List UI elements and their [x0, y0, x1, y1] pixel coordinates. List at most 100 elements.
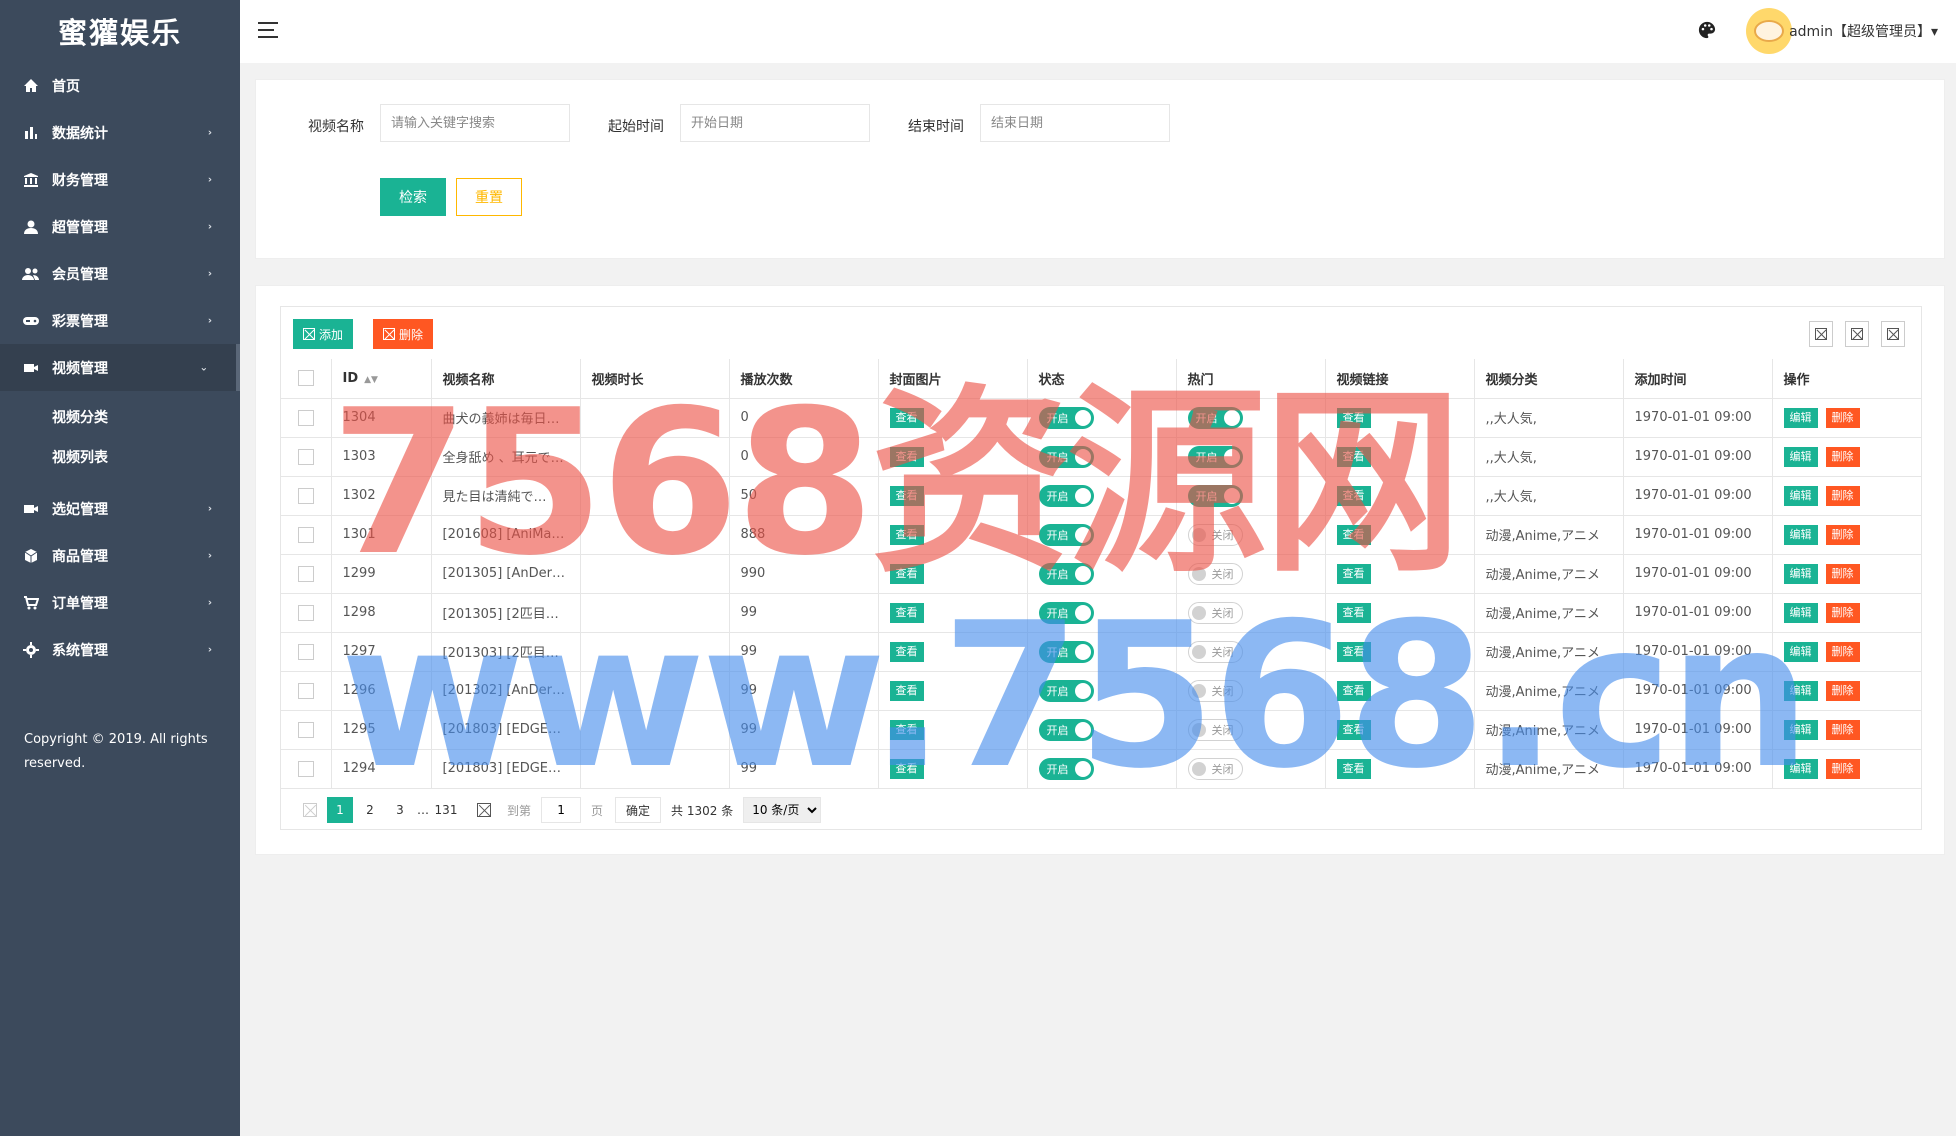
page-button[interactable]: 131: [433, 797, 459, 823]
hot-toggle[interactable]: 关闭: [1187, 562, 1243, 585]
sidebar-item[interactable]: 选妃管理 ›: [0, 485, 240, 532]
delete-button[interactable]: 删除: [1825, 719, 1860, 740]
delete-button[interactable]: 删除: [1825, 641, 1860, 662]
end-date-input[interactable]: [980, 104, 1170, 142]
view-link-button[interactable]: 查看: [1336, 407, 1371, 428]
next-page-button[interactable]: [471, 797, 497, 823]
menu-toggle-icon[interactable]: [258, 22, 278, 38]
edit-button[interactable]: 编辑: [1783, 446, 1818, 467]
hot-toggle[interactable]: 关闭: [1187, 718, 1243, 741]
sidebar-item[interactable]: 商品管理 ›: [0, 532, 240, 579]
page-button[interactable]: 2: [357, 797, 383, 823]
row-checkbox[interactable]: [297, 409, 314, 426]
sidebar-subitem[interactable]: 视频分类: [0, 397, 240, 437]
edit-button[interactable]: 编辑: [1783, 407, 1818, 428]
edit-button[interactable]: 编辑: [1783, 485, 1818, 506]
view-cover-button[interactable]: 查看: [889, 758, 924, 779]
batch-delete-button[interactable]: 删除: [373, 319, 434, 349]
status-toggle[interactable]: 开启: [1038, 445, 1094, 468]
sidebar-item[interactable]: 会员管理 ›: [0, 250, 240, 297]
status-toggle[interactable]: 开启: [1038, 523, 1094, 546]
delete-button[interactable]: 删除: [1825, 758, 1860, 779]
status-toggle[interactable]: 开启: [1038, 406, 1094, 429]
hot-toggle[interactable]: 开启: [1187, 484, 1243, 507]
goto-confirm-button[interactable]: 确定: [615, 797, 662, 823]
row-checkbox[interactable]: [297, 604, 314, 621]
sidebar-item[interactable]: 订单管理 ›: [0, 579, 240, 626]
row-checkbox[interactable]: [297, 565, 314, 582]
sidebar-item[interactable]: 系统管理 ›: [0, 626, 240, 673]
user-avatar[interactable]: [1746, 8, 1792, 54]
view-link-button[interactable]: 查看: [1336, 641, 1371, 662]
col-id[interactable]: ID ▲▼: [331, 359, 432, 399]
sidebar-item[interactable]: 彩票管理 ›: [0, 297, 240, 344]
row-checkbox[interactable]: [297, 487, 314, 504]
delete-button[interactable]: 删除: [1825, 446, 1860, 467]
view-cover-button[interactable]: 查看: [889, 407, 924, 428]
columns-filter-icon[interactable]: [1809, 321, 1833, 347]
row-checkbox[interactable]: [297, 721, 314, 738]
prev-page-button[interactable]: [297, 797, 323, 823]
view-cover-button[interactable]: 查看: [889, 719, 924, 740]
status-toggle[interactable]: 开启: [1038, 757, 1094, 780]
view-cover-button[interactable]: 查看: [889, 563, 924, 584]
status-toggle[interactable]: 开启: [1038, 601, 1094, 624]
view-link-button[interactable]: 查看: [1336, 524, 1371, 545]
row-checkbox[interactable]: [297, 760, 314, 777]
goto-page-input[interactable]: [541, 797, 582, 823]
sidebar-item[interactable]: 数据统计 ›: [0, 109, 240, 156]
edit-button[interactable]: 编辑: [1783, 563, 1818, 584]
edit-button[interactable]: 编辑: [1783, 641, 1818, 662]
edit-button[interactable]: 编辑: [1783, 719, 1818, 740]
hot-toggle[interactable]: 开启: [1187, 445, 1243, 468]
view-cover-button[interactable]: 查看: [889, 446, 924, 467]
view-link-button[interactable]: 查看: [1336, 719, 1371, 740]
delete-button[interactable]: 删除: [1825, 680, 1860, 701]
sidebar-item[interactable]: 视频管理 ⌄: [0, 344, 240, 391]
view-link-button[interactable]: 查看: [1336, 680, 1371, 701]
sidebar-subitem[interactable]: 视频列表: [0, 437, 240, 477]
palette-icon[interactable]: [1698, 21, 1716, 39]
sidebar-item[interactable]: 首页: [0, 62, 240, 109]
video-name-input[interactable]: [380, 104, 570, 142]
view-link-button[interactable]: 查看: [1336, 485, 1371, 506]
delete-button[interactable]: 删除: [1825, 407, 1860, 428]
row-checkbox[interactable]: [297, 448, 314, 465]
sidebar-item[interactable]: 财务管理 ›: [0, 156, 240, 203]
select-all-checkbox[interactable]: [297, 370, 314, 387]
view-link-button[interactable]: 查看: [1336, 602, 1371, 623]
page-size-select[interactable]: 10 条/页: [743, 797, 822, 823]
hot-toggle[interactable]: 关闭: [1187, 523, 1243, 546]
status-toggle[interactable]: 开启: [1038, 484, 1094, 507]
add-button[interactable]: 添加: [293, 319, 354, 349]
search-button[interactable]: 检索: [380, 178, 446, 216]
row-checkbox[interactable]: [297, 643, 314, 660]
page-button[interactable]: 1: [327, 797, 353, 823]
hot-toggle[interactable]: 关闭: [1187, 757, 1243, 780]
view-cover-button[interactable]: 查看: [889, 485, 924, 506]
page-button[interactable]: 3: [387, 797, 413, 823]
view-cover-button[interactable]: 查看: [889, 602, 924, 623]
user-menu[interactable]: admin【超级管理员】▾: [1789, 21, 1938, 41]
view-cover-button[interactable]: 查看: [889, 641, 924, 662]
reset-button[interactable]: 重置: [456, 178, 522, 216]
delete-button[interactable]: 删除: [1825, 563, 1860, 584]
view-link-button[interactable]: 查看: [1336, 758, 1371, 779]
delete-button[interactable]: 删除: [1825, 485, 1860, 506]
status-toggle[interactable]: 开启: [1038, 562, 1094, 585]
print-icon[interactable]: [1881, 321, 1905, 347]
view-cover-button[interactable]: 查看: [889, 524, 924, 545]
edit-button[interactable]: 编辑: [1783, 602, 1818, 623]
view-link-button[interactable]: 查看: [1336, 446, 1371, 467]
start-date-input[interactable]: [680, 104, 870, 142]
status-toggle[interactable]: 开启: [1038, 679, 1094, 702]
edit-button[interactable]: 编辑: [1783, 758, 1818, 779]
hot-toggle[interactable]: 关闭: [1187, 640, 1243, 663]
export-icon[interactable]: [1845, 321, 1869, 347]
status-toggle[interactable]: 开启: [1038, 718, 1094, 741]
hot-toggle[interactable]: 关闭: [1187, 679, 1243, 702]
view-link-button[interactable]: 查看: [1336, 563, 1371, 584]
view-cover-button[interactable]: 查看: [889, 680, 924, 701]
hot-toggle[interactable]: 开启: [1187, 406, 1243, 429]
edit-button[interactable]: 编辑: [1783, 680, 1818, 701]
